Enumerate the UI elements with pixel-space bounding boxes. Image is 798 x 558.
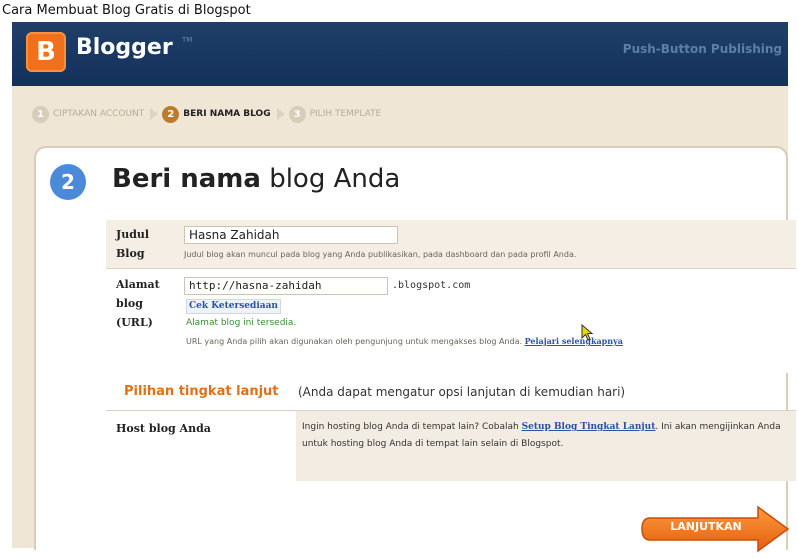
step-number-badge: 2 <box>50 164 86 200</box>
step-3-number: 3 <box>288 105 306 123</box>
continue-button[interactable]: LANJUTKAN <box>636 504 794 554</box>
title-bold: Beri nama <box>112 164 261 194</box>
check-availability-link[interactable]: Cek Ketersediaan <box>186 299 281 314</box>
step-1-label: CIPTAKAN ACCOUNT <box>53 109 145 119</box>
blog-title-help: Judul blog akan muncul pada blog yang An… <box>184 250 577 259</box>
step-arrow-icon <box>150 108 159 120</box>
advanced-setup-link[interactable]: Setup Blog Tingkat Lanjut <box>522 422 656 432</box>
host-label: Host blog Anda <box>116 422 211 435</box>
blog-address-row: Alamat blog (URL) http://hasna-zahidah .… <box>106 269 796 373</box>
url-suffix: .blogspot.com <box>392 280 471 291</box>
step-3-label: PILIH TEMPLATE <box>309 109 382 119</box>
address-label-line2: blog <box>116 297 143 310</box>
address-label-line1: Alamat <box>116 278 160 291</box>
trademark: TM <box>182 36 193 44</box>
blog-url-input[interactable]: http://hasna-zahidah <box>184 277 388 295</box>
learn-more-link[interactable]: Pelajari selengkapnya <box>525 336 623 346</box>
continue-button-label: LANJUTKAN <box>670 520 742 533</box>
host-row: Host blog Anda Ingin hosting blog Anda d… <box>106 410 796 481</box>
advanced-options-note: (Anda dapat mengatur opsi lanjutan di ke… <box>298 385 626 399</box>
blog-title-label: Judul Blog <box>116 228 150 260</box>
step-1-number: 1 <box>32 105 49 123</box>
host-text-before: Ingin hosting blog Anda di tempat lain? … <box>302 422 519 432</box>
step-progress: 1 CIPTAKAN ACCOUNT 2 BERI NAMA BLOG 3 PI… <box>32 104 387 124</box>
url-help: URL yang Anda pilih akan digunakan oleh … <box>186 336 623 346</box>
url-help-text: URL yang Anda pilih akan digunakan oleh … <box>186 337 523 346</box>
advanced-options-title[interactable]: Pilihan tingkat lanjut <box>124 384 279 399</box>
form-card: 2 Beri nama blog Anda Judul Blog Hasna Z… <box>34 146 796 553</box>
mouse-cursor-icon <box>581 323 595 346</box>
address-label-line3: (URL) <box>116 316 153 329</box>
url-value: hasna-zahidah <box>235 279 322 292</box>
logo-letter: B <box>36 37 56 67</box>
url-prefix: http:// <box>189 279 236 292</box>
image-caption: Cara Membuat Blog Gratis di Blogspot <box>0 0 798 22</box>
host-description: Ingin hosting blog Anda di tempat lain? … <box>302 419 790 453</box>
brand-name[interactable]: Blogger <box>76 33 173 63</box>
step-2-number: 2 <box>162 105 180 123</box>
step-2-label: BERI NAMA BLOG <box>183 109 271 119</box>
blog-title-input[interactable]: Hasna Zahidah <box>184 226 398 244</box>
blogger-window: B Blogger TM Push-Button Publishing 1 CI… <box>12 22 796 553</box>
blogger-logo-icon[interactable]: B <box>26 32 66 72</box>
title-rest: blog Anda <box>269 164 401 194</box>
page-title: Beri nama blog Anda <box>112 164 400 194</box>
blog-title-row: Judul Blog Hasna Zahidah Judul blog akan… <box>106 220 796 269</box>
header-bar: B Blogger TM Push-Button Publishing <box>12 22 788 86</box>
availability-status: Alamat blog ini tersedia. <box>186 318 297 328</box>
step-arrow-icon <box>276 108 285 120</box>
tagline: Push-Button Publishing <box>622 42 782 56</box>
